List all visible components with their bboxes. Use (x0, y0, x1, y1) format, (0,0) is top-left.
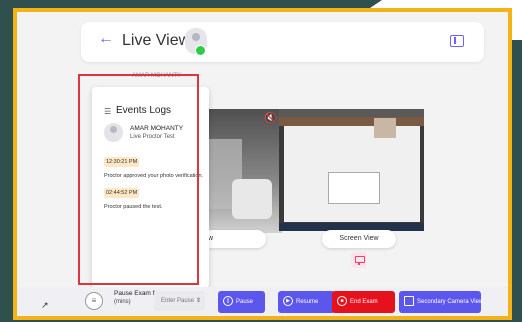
resume-button[interactable]: ▶ Resume (278, 291, 335, 313)
screen-browser-tabs (279, 109, 424, 117)
pause-button-label: Pause (236, 299, 254, 305)
screen-browser-bar (279, 117, 424, 126)
secondary-camera-button[interactable]: Secondary Camera View (399, 291, 484, 313)
stop-icon: ■ (337, 296, 347, 307)
video-shape (232, 179, 272, 219)
candidate-avatar (185, 28, 207, 56)
end-exam-button[interactable]: ■ End Exam (332, 291, 395, 313)
pause-button[interactable]: || Pause (218, 291, 265, 313)
screen-content (284, 126, 420, 222)
resume-button-label: Resume (296, 299, 319, 305)
screen-dialog (328, 172, 380, 204)
screen-video-feed (279, 109, 424, 231)
mouse-cursor-icon: ↗ (41, 300, 49, 310)
header-bar: ← Live View (81, 22, 484, 62)
pause-unit-label: (mins) (114, 299, 131, 305)
panel-toggle-icon[interactable] (450, 35, 464, 47)
mute-icon[interactable]: 🔇 (264, 113, 276, 124)
screen-view-label[interactable]: Screen View (322, 230, 396, 248)
pause-time-placeholder: Enter Pause Time (161, 298, 195, 304)
back-arrow-icon[interactable]: ← (98, 30, 114, 48)
play-icon: ▶ (283, 296, 293, 307)
secondary-camera-button-label: Secondary Camera View (417, 299, 484, 305)
highlight-outline (78, 74, 199, 285)
online-status-icon (195, 45, 206, 56)
monitor-icon[interactable] (351, 252, 367, 268)
end-exam-button-label: End Exam (350, 299, 378, 305)
app-frame: ← Live View AMAR MOHANTY 🔇 View Screen V… (13, 8, 512, 320)
screen-webcam-preview (374, 118, 396, 138)
page-title: Live View (122, 32, 191, 49)
pause-icon: || (223, 296, 233, 307)
avatar-head-icon (192, 33, 200, 41)
chevron-down-icon: ⇕ (195, 298, 201, 304)
pause-time-select[interactable]: Enter Pause Time ⇕ (154, 291, 205, 311)
notes-icon[interactable]: ≡ (85, 292, 103, 310)
phone-icon (404, 296, 414, 307)
